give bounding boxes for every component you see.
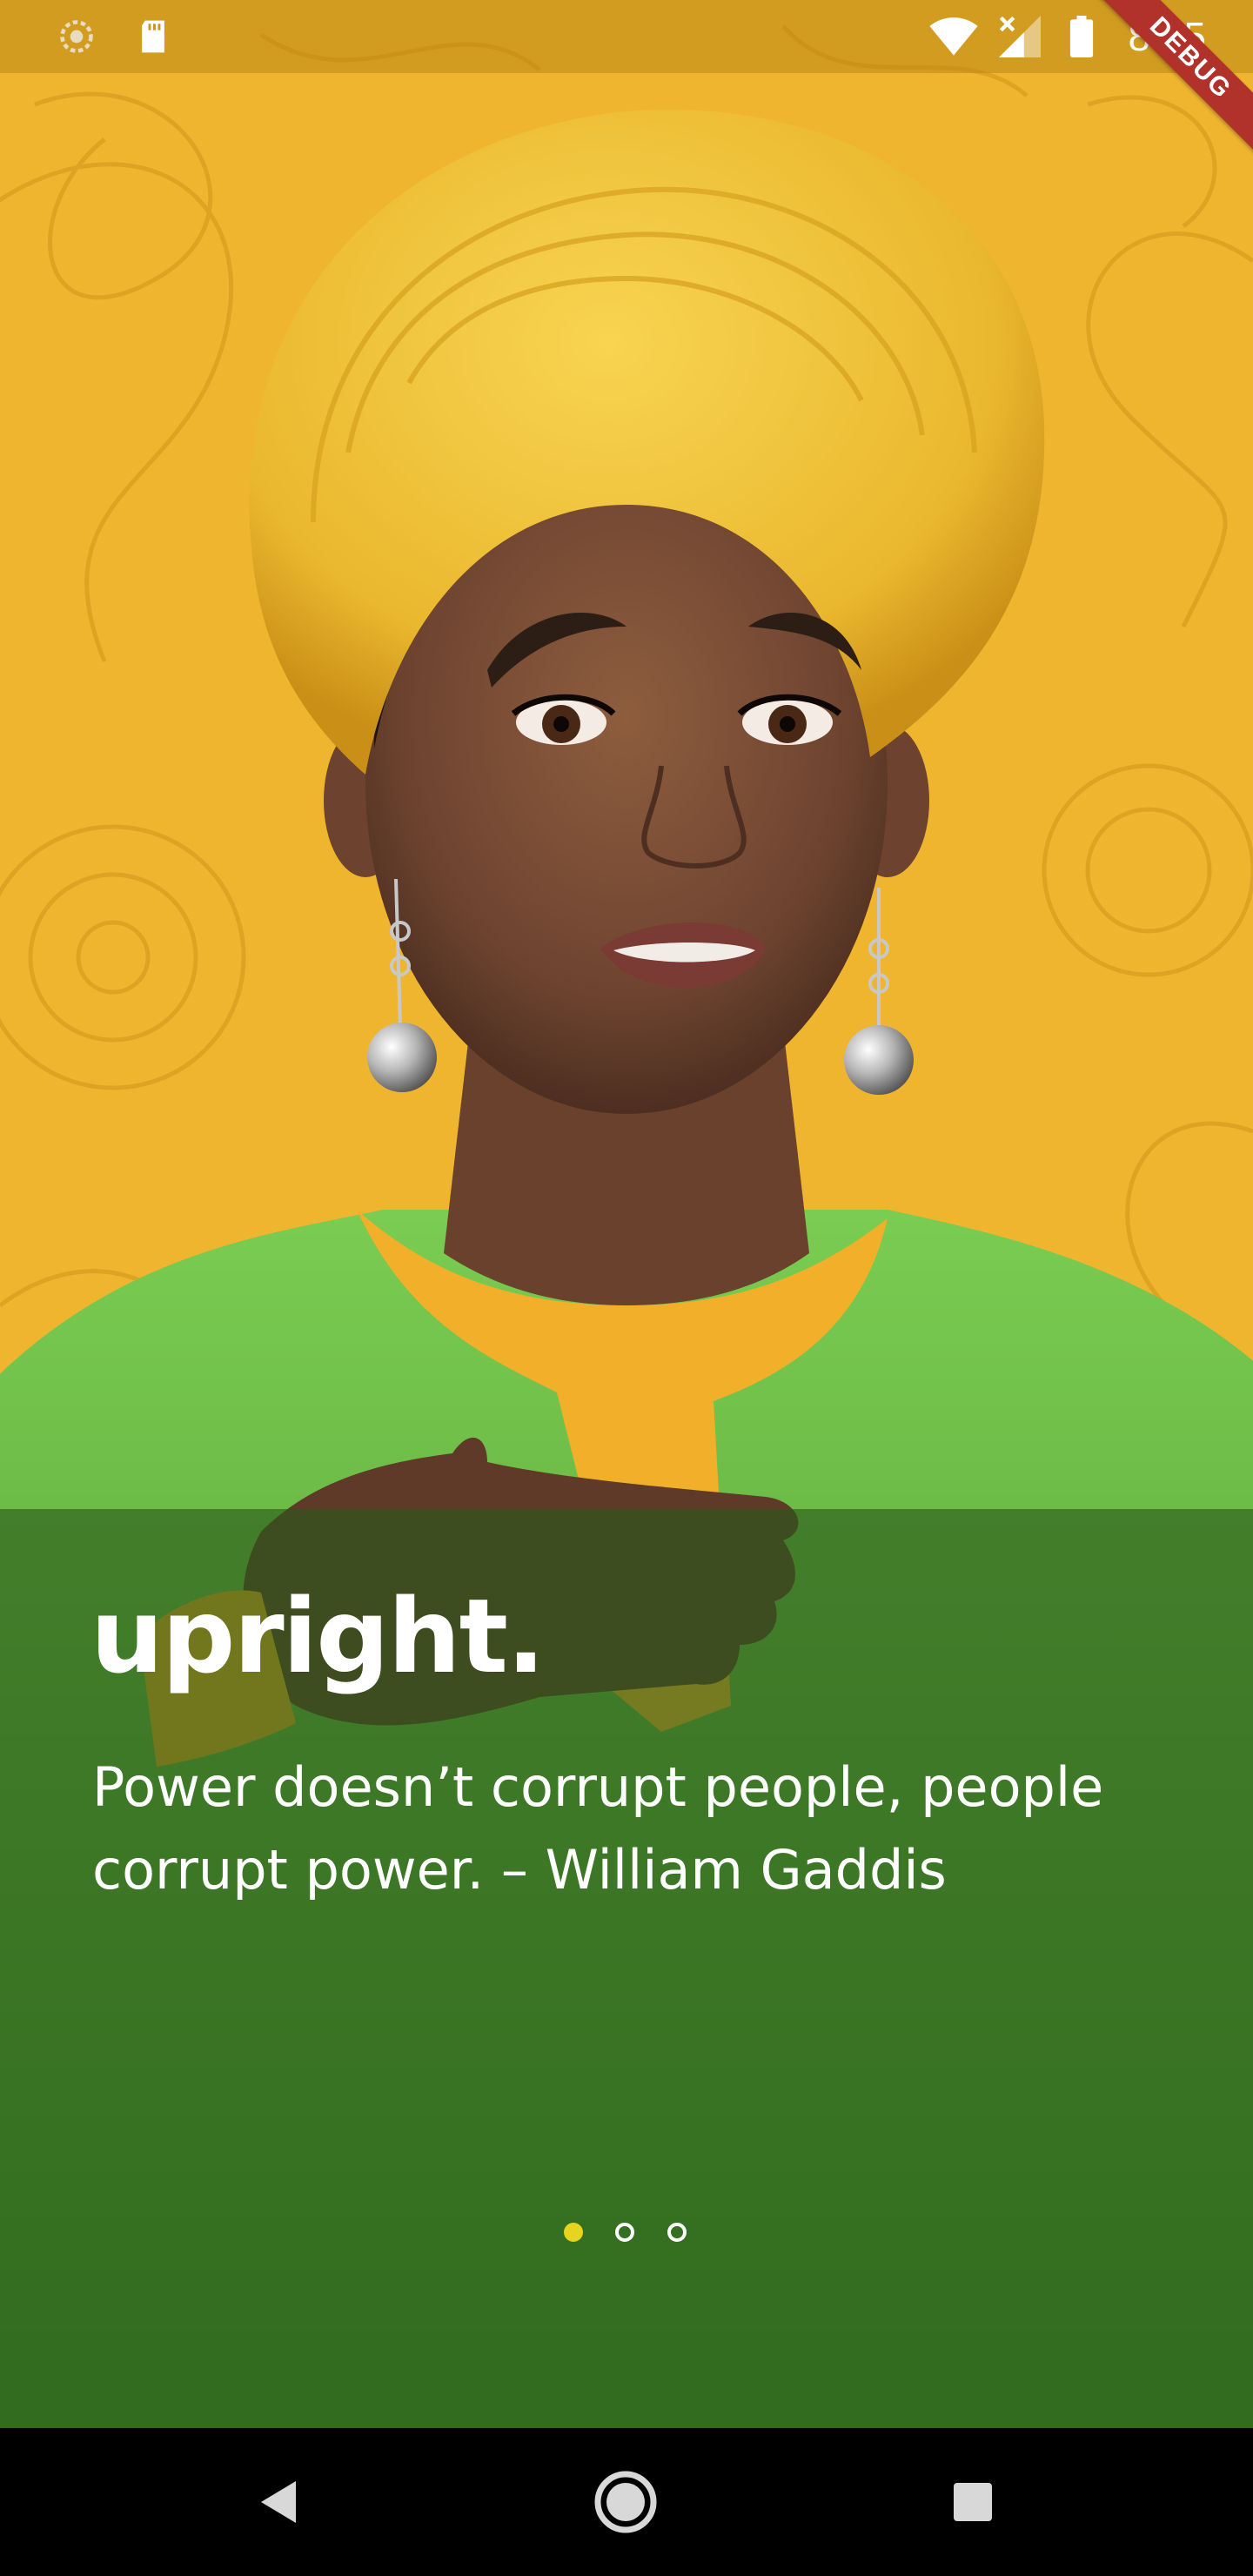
sd-card-icon [134,17,172,56]
wifi-icon [926,16,982,57]
cellular-signal-icon [999,16,1041,57]
navigation-bar [0,2428,1253,2576]
battery-icon [1069,16,1095,57]
home-icon[interactable] [591,2467,660,2537]
slide-quote: Power doesn’t corrupt people, people cor… [92,1755,1104,1902]
page-dot-3[interactable] [667,2223,687,2242]
sync-icon [57,17,96,56]
page-dot-1[interactable] [564,2223,583,2242]
status-bar: 8:45 [0,0,1253,73]
recents-icon[interactable] [938,2467,1008,2537]
slide-title: upright. [90,1576,546,1696]
page-dot-2[interactable] [615,2223,634,2242]
back-icon[interactable] [244,2467,313,2537]
page-indicator [0,2221,1253,2247]
